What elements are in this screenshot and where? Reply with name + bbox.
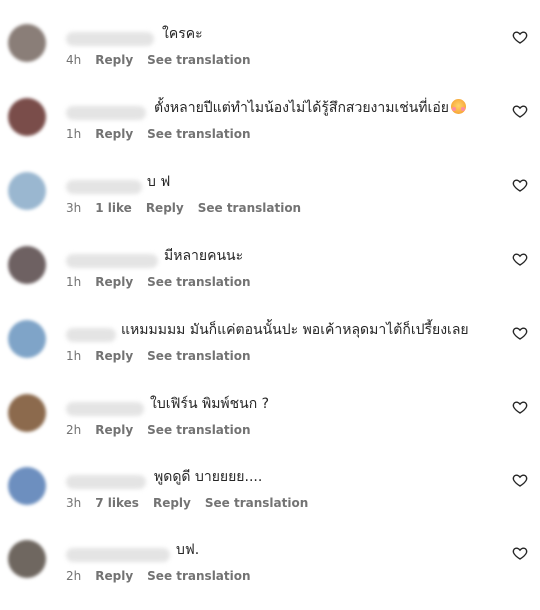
comment-meta: 3h 7 likes Reply See translation (66, 494, 308, 512)
see-translation-button[interactable]: See translation (147, 127, 250, 141)
username-blurred[interactable] (66, 402, 144, 416)
comment-item: บ ฟ 3h 1 like Reply See translation (0, 172, 540, 242)
reply-button[interactable]: Reply (95, 423, 133, 437)
comment-text: ใครคะ (162, 26, 203, 42)
reply-button[interactable]: Reply (146, 201, 184, 215)
comment-text: บ ฟ (147, 174, 171, 190)
avatar[interactable] (8, 98, 46, 136)
reply-button[interactable]: Reply (95, 569, 133, 583)
comment-text: บฟ. (176, 542, 200, 558)
reply-button[interactable]: Reply (153, 496, 191, 510)
comment-text: มีหลายคนนะ (164, 248, 244, 264)
see-translation-button[interactable]: See translation (147, 349, 250, 363)
comment-item: แหมมมมม มันก็แค่ตอนนั้นปะ พอเค้าหลุดมาไต… (0, 320, 540, 390)
comment-meta: 1h Reply See translation (66, 347, 251, 365)
username-blurred[interactable] (66, 254, 158, 268)
avatar[interactable] (8, 394, 46, 432)
heart-outline-icon[interactable] (512, 399, 528, 415)
see-translation-button[interactable]: See translation (147, 569, 250, 583)
smiling-face-with-hearts-icon (450, 99, 466, 114)
heart-outline-icon[interactable] (512, 103, 528, 119)
comment-time: 1h (66, 127, 82, 141)
avatar[interactable] (8, 246, 46, 284)
likes-count[interactable]: 7 likes (95, 496, 139, 510)
comment-item: มีหลายคนนะ 1h Reply See translation (0, 246, 540, 316)
comment-meta: 2h Reply See translation (66, 567, 251, 585)
comment-text-content: ตั้งหลายปีแต่ทำไมน้องไม่ได้รู้สึกสวยงามเ… (154, 100, 449, 116)
comment-time: 2h (66, 569, 82, 583)
see-translation-button[interactable]: See translation (147, 53, 250, 67)
comment-item: ใบเฟิร์น พิมพ์ชนก ? 2h Reply See transla… (0, 394, 540, 464)
comment-text: ใบเฟิร์น พิมพ์ชนก ? (150, 396, 270, 412)
see-translation-button[interactable]: See translation (205, 496, 308, 510)
comment-time: 3h (66, 201, 82, 215)
reply-button[interactable]: Reply (95, 349, 133, 363)
username-blurred[interactable] (66, 106, 146, 120)
comment-text: พูดดูดี บายยยย.... (154, 469, 263, 485)
reply-button[interactable]: Reply (95, 53, 133, 67)
heart-outline-icon[interactable] (512, 177, 528, 193)
comment-item: ตั้งหลายปีแต่ทำไมน้องไม่ได้รู้สึกสวยงามเ… (0, 98, 540, 168)
comment-meta: 3h 1 like Reply See translation (66, 199, 301, 217)
comment-time: 3h (66, 496, 82, 510)
avatar[interactable] (8, 467, 46, 505)
username-blurred[interactable] (66, 180, 142, 194)
see-translation-button[interactable]: See translation (147, 423, 250, 437)
likes-count[interactable]: 1 like (95, 201, 132, 215)
heart-outline-icon[interactable] (512, 545, 528, 561)
heart-outline-icon[interactable] (512, 325, 528, 341)
username-blurred[interactable] (66, 475, 146, 489)
see-translation-button[interactable]: See translation (147, 275, 250, 289)
avatar[interactable] (8, 24, 46, 62)
comment-item: บฟ. 2h Reply See translation (0, 540, 540, 610)
comment-time: 1h (66, 349, 82, 363)
username-blurred[interactable] (66, 32, 154, 46)
comment-item: ใครคะ 4h Reply See translation (0, 24, 540, 94)
comment-time: 1h (66, 275, 82, 289)
comment-meta: 1h Reply See translation (66, 273, 251, 291)
username-blurred[interactable] (66, 548, 170, 562)
comment-time: 4h (66, 53, 82, 67)
reply-button[interactable]: Reply (95, 127, 133, 141)
reply-button[interactable]: Reply (95, 275, 133, 289)
comment-text: แหมมมมม มันก็แค่ตอนนั้นปะ พอเค้าหลุดมาไต… (121, 322, 469, 338)
comment-item: พูดดูดี บายยยย.... 3h 7 likes Reply See … (0, 467, 540, 537)
see-translation-button[interactable]: See translation (198, 201, 301, 215)
comment-text: ตั้งหลายปีแต่ทำไมน้องไม่ได้รู้สึกสวยงามเ… (154, 98, 466, 118)
comment-time: 2h (66, 423, 82, 437)
avatar[interactable] (8, 172, 46, 210)
heart-outline-icon[interactable] (512, 29, 528, 45)
heart-outline-icon[interactable] (512, 251, 528, 267)
avatar[interactable] (8, 540, 46, 578)
comment-meta: 4h Reply See translation (66, 51, 251, 69)
comment-meta: 1h Reply See translation (66, 125, 251, 143)
comments-list: ใครคะ 4h Reply See translation ตั้งหลายป… (0, 0, 540, 605)
heart-outline-icon[interactable] (512, 472, 528, 488)
avatar[interactable] (8, 320, 46, 358)
username-blurred[interactable] (66, 328, 116, 342)
comment-meta: 2h Reply See translation (66, 421, 251, 439)
